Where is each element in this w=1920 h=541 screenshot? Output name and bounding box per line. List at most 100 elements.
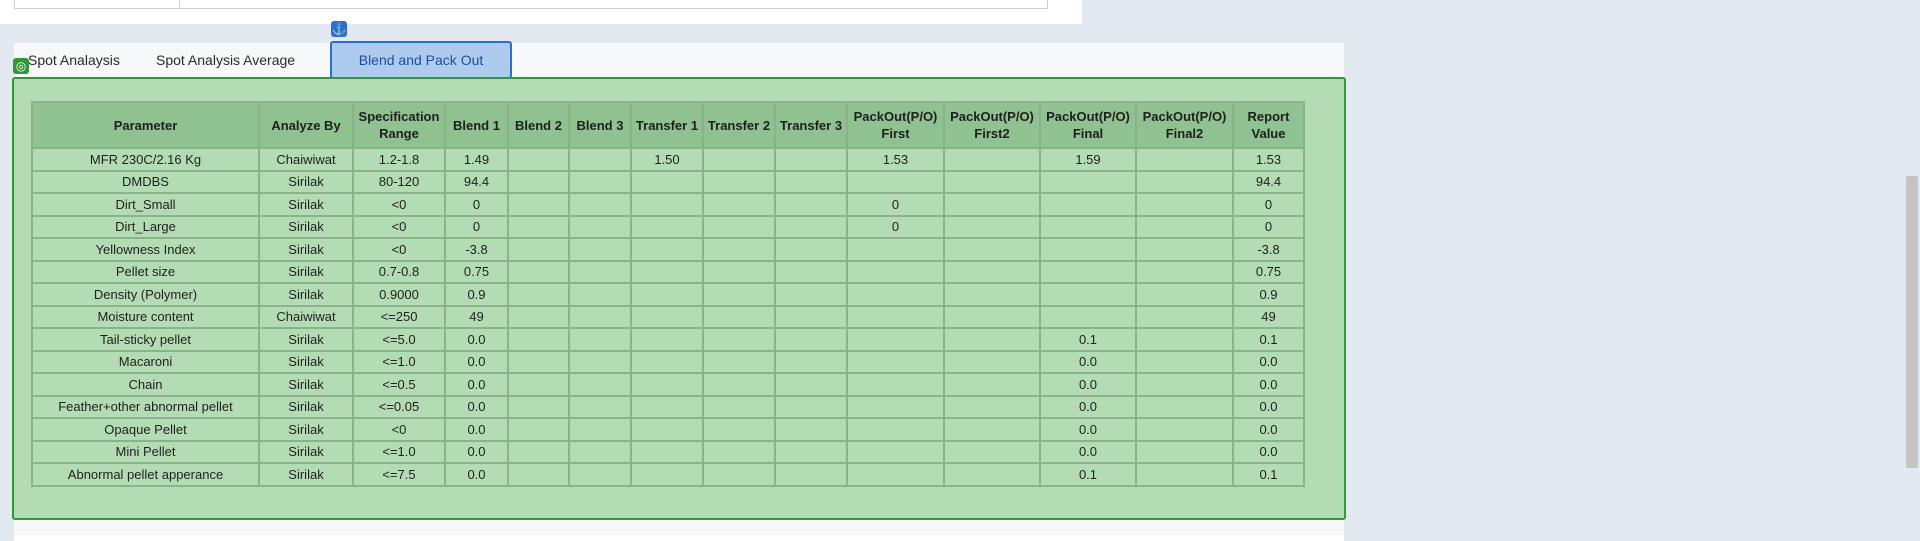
table-cell [846, 304, 945, 329]
table-cell: Yellowness Index [31, 237, 260, 262]
table-cell [702, 259, 776, 284]
table-cell [702, 394, 776, 419]
table-cell [507, 394, 570, 419]
table-cell: <0 [352, 417, 446, 442]
table-cell [702, 439, 776, 464]
table-cell [1039, 169, 1137, 194]
table-cell [774, 462, 848, 487]
table-cell [630, 214, 704, 239]
table-cell: 0.9 [1232, 282, 1305, 307]
table-row[interactable]: Macaroni Sirilak <=1.0 0.0 0.0 0.0 [31, 349, 1305, 374]
table-row[interactable]: Pellet size Sirilak 0.7-0.8 0.75 0.75 [31, 259, 1305, 284]
table-cell: 94.4 [444, 169, 509, 194]
column-header: PackOut(P/O) First2 [943, 101, 1041, 149]
table-cell: 0.0 [444, 462, 509, 487]
table-row[interactable]: Mini Pellet Sirilak <=1.0 0.0 0.0 0.0 [31, 439, 1305, 464]
table-row[interactable]: Dirt_Large Sirilak <0 0 0 0 [31, 214, 1305, 239]
table-row[interactable]: Abnormal pellet apperance Sirilak <=7.5 0.0… [31, 462, 1305, 487]
table-cell [774, 394, 848, 419]
table-cell: Dirt_Small [31, 192, 260, 217]
table-cell: 49 [1232, 304, 1305, 329]
table-cell [1135, 349, 1234, 374]
column-header: Blend 3 [568, 101, 632, 149]
column-header: PackOut(P/O) First [846, 101, 945, 149]
table-cell [507, 439, 570, 464]
table-cell: Sirilak [258, 327, 354, 352]
table-row[interactable]: Density (Polymer) Sirilak 0.9000 0.9 0.9 [31, 282, 1305, 307]
table-cell: <=0.5 [352, 372, 446, 397]
table-cell: Sirilak [258, 439, 354, 464]
table-cell [702, 147, 776, 172]
table-cell [507, 304, 570, 329]
column-header: Transfer 2 [702, 101, 776, 149]
table-cell [943, 192, 1041, 217]
table-cell [702, 192, 776, 217]
table-cell: Sirilak [258, 372, 354, 397]
top-table-fragment [14, 0, 1048, 9]
table-cell: 1.53 [846, 147, 945, 172]
table-row[interactable]: Yellowness Index Sirilak <0 -3.8 -3.8 [31, 237, 1305, 262]
table-cell [1039, 214, 1137, 239]
table-cell [943, 372, 1041, 397]
table-cell [943, 417, 1041, 442]
table-cell: Sirilak [258, 394, 354, 419]
table-cell: Abnormal pellet apperance [31, 462, 260, 487]
table-row[interactable]: Tail-sticky pellet Sirilak <=5.0 0.0 0.1 0.1 [31, 327, 1305, 352]
tab-spot-analysis-average[interactable]: Spot Analysis Average [156, 50, 295, 70]
table-cell [846, 169, 945, 194]
table-cell: Density (Polymer) [31, 282, 260, 307]
table-cell: 1.53 [1232, 147, 1305, 172]
tab-blend-pack-out-analysis[interactable]: Blend and Pack Out Analysis [330, 41, 512, 102]
table-cell [774, 417, 848, 442]
table-cell [943, 237, 1041, 262]
table-cell [1135, 372, 1234, 397]
table-cell [774, 439, 848, 464]
table-cell [568, 462, 632, 487]
table-cell [846, 282, 945, 307]
table-cell: MFR 230C/2.16 Kg [31, 147, 260, 172]
table-cell: Sirilak [258, 192, 354, 217]
table-cell [774, 282, 848, 307]
table-cell: Sirilak [258, 349, 354, 374]
table-cell [507, 372, 570, 397]
table-cell [846, 372, 945, 397]
table-cell: 0.1 [1039, 462, 1137, 487]
table-row[interactable]: Feather+other abnormal pellet Sirilak <=0.… [31, 394, 1305, 419]
table-cell [1135, 237, 1234, 262]
table-cell: 0.0 [1232, 394, 1305, 419]
table-cell [943, 439, 1041, 464]
table-cell: 1.50 [630, 147, 704, 172]
table-cell [1039, 304, 1137, 329]
table-cell: DMDBS [31, 169, 260, 194]
table-cell [774, 304, 848, 329]
table-row[interactable]: Dirt_Small Sirilak <0 0 0 0 [31, 192, 1305, 217]
table-cell [1135, 417, 1234, 442]
table-row[interactable]: Moisture content Chaiwiwat <=250 49 49 [31, 304, 1305, 329]
table-cell [568, 327, 632, 352]
table-cell [1135, 462, 1234, 487]
table-cell [1039, 237, 1137, 262]
anchor-icon[interactable]: ⚓ [331, 21, 347, 37]
table-cell: 0.0 [444, 394, 509, 419]
tab-spot-analysis[interactable]: Spot Analaysis [28, 50, 120, 70]
table-cell [507, 214, 570, 239]
table-row[interactable]: Chain Sirilak <=0.5 0.0 0.0 0.0 [31, 372, 1305, 397]
target-icon[interactable]: ◎ [13, 58, 29, 74]
table-cell: Chain [31, 372, 260, 397]
table-row[interactable]: MFR 230C/2.16 Kg Chaiwiwat 1.2-1.8 1.49 1.50… [31, 147, 1305, 172]
table-cell: Mini Pellet [31, 439, 260, 464]
table-cell [702, 304, 776, 329]
scrollbar-thumb[interactable] [1906, 176, 1918, 468]
table-cell: -3.8 [444, 237, 509, 262]
table-cell [774, 327, 848, 352]
table-row[interactable]: Opaque Pellet Sirilak <0 0.0 0.0 0.0 [31, 417, 1305, 442]
table-cell: -3.8 [1232, 237, 1305, 262]
table-cell [568, 439, 632, 464]
table-cell [702, 282, 776, 307]
table-cell [702, 237, 776, 262]
table-cell: Sirilak [258, 237, 354, 262]
table-cell [1135, 169, 1234, 194]
table-cell [568, 372, 632, 397]
table-row[interactable]: DMDBS Sirilak 80-120 94.4 94.4 [31, 169, 1305, 194]
column-header: Blend 1 [444, 101, 509, 149]
